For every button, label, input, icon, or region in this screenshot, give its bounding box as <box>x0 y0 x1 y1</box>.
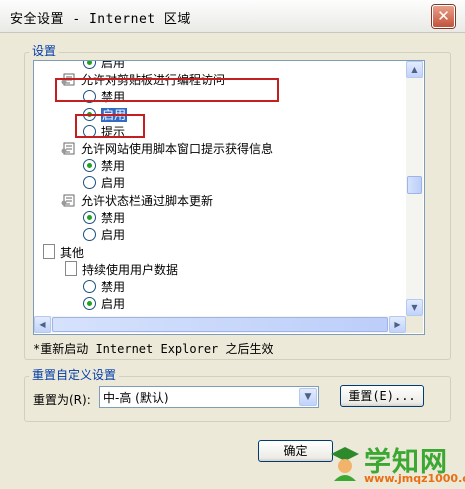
radio-unchecked-icon[interactable] <box>83 279 96 293</box>
settings-group-label: 设置 <box>29 42 60 59</box>
radio-option[interactable]: 启用 <box>83 296 125 313</box>
script-setting-icon <box>61 194 75 207</box>
scroll-right-button[interactable]: ▶ <box>389 316 406 333</box>
vertical-scrollbar[interactable]: ▲ ▼ <box>406 61 423 316</box>
radio-label: 启用 <box>101 61 126 70</box>
document-icon <box>65 261 77 277</box>
category-label: 其他 <box>60 246 85 261</box>
radio-option[interactable]: 禁用 <box>83 210 125 227</box>
arrow-up-icon: ▲ <box>411 65 418 74</box>
radio-unchecked-icon[interactable] <box>83 228 96 241</box>
graduate-logo-icon <box>331 447 359 481</box>
close-button[interactable]: ✕ <box>432 5 455 28</box>
close-icon: ✕ <box>437 7 450 25</box>
watermark-logo: 学知网 www.jmqz1000.com <box>330 442 465 487</box>
setting-item: 允许网站使用脚本窗口提示获得信息 <box>61 141 273 158</box>
settings-listbox[interactable]: 启用 允许对剪贴板进行编程访问 禁用 启用 提示 允许网站使用脚本窗口提示获得信息 禁用 启用… <box>33 60 425 335</box>
document-icon <box>43 244 55 260</box>
radio-label: 禁用 <box>101 279 126 294</box>
horizontal-scrollbar[interactable]: ◀ ▶ <box>34 316 406 333</box>
scroll-left-button[interactable]: ◀ <box>34 316 51 333</box>
setting-item: 持续使用用户数据 <box>65 261 178 278</box>
radio-checked-icon[interactable] <box>83 61 96 69</box>
radio-label: 禁用 <box>101 210 126 225</box>
setting-label: 持续使用用户数据 <box>82 263 179 278</box>
radio-label: 禁用 <box>101 159 126 174</box>
restart-note: *重新启动 Internet Explorer 之后生效 <box>33 342 274 356</box>
vertical-scroll-thumb[interactable] <box>407 176 422 195</box>
arrow-right-icon: ▶ <box>394 320 401 329</box>
setting-label: 允许网站使用脚本窗口提示获得信息 <box>81 142 274 156</box>
radio-label: 启用 <box>101 228 126 242</box>
chevron-down-icon[interactable]: ▼ <box>299 388 317 406</box>
script-setting-icon <box>61 142 75 155</box>
arrow-down-icon: ▼ <box>411 303 418 312</box>
scroll-up-button[interactable]: ▲ <box>406 61 423 78</box>
radio-option[interactable]: 禁用 <box>83 279 125 296</box>
reset-to-label: 重置为(R): <box>33 393 91 407</box>
radio-option[interactable]: 启用 <box>83 61 125 72</box>
radio-checked-icon[interactable] <box>83 159 96 173</box>
watermark-url: www.jmqz1000.com <box>364 472 465 485</box>
radio-unchecked-icon[interactable] <box>83 176 96 190</box>
window-title: 安全设置 - Internet 区域 <box>10 12 191 27</box>
title-bar: 安全设置 - Internet 区域 ✕ <box>0 0 465 33</box>
radio-label: 启用 <box>101 176 126 191</box>
arrow-left-icon: ◀ <box>39 320 46 329</box>
ok-button[interactable]: 确定 <box>258 440 333 462</box>
category-item: 其他 <box>43 244 84 261</box>
radio-label: 启用 <box>101 296 126 311</box>
setting-label: 允许状态栏通过脚本更新 <box>81 193 214 208</box>
scroll-down-button[interactable]: ▼ <box>406 299 423 316</box>
scroll-corner <box>406 316 423 333</box>
highlight-clipboard-setting <box>55 78 279 102</box>
reset-level-value: 中-高 (默认) <box>103 391 169 405</box>
radio-checked-icon[interactable] <box>83 210 96 224</box>
reset-group-label: 重置自定义设置 <box>29 366 120 383</box>
radio-option[interactable]: 启用 <box>83 227 125 244</box>
radio-option[interactable]: 禁用 <box>83 158 125 175</box>
radio-option[interactable]: 启用 <box>83 175 125 192</box>
highlight-enable-option <box>75 114 145 138</box>
reset-level-select[interactable]: 中-高 (默认) ▼ <box>99 386 319 408</box>
reset-button[interactable]: 重置(E)... <box>340 385 424 407</box>
radio-checked-icon[interactable] <box>83 296 96 310</box>
setting-item: 允许状态栏通过脚本更新 <box>61 193 213 210</box>
horizontal-scroll-thumb[interactable] <box>52 317 388 332</box>
